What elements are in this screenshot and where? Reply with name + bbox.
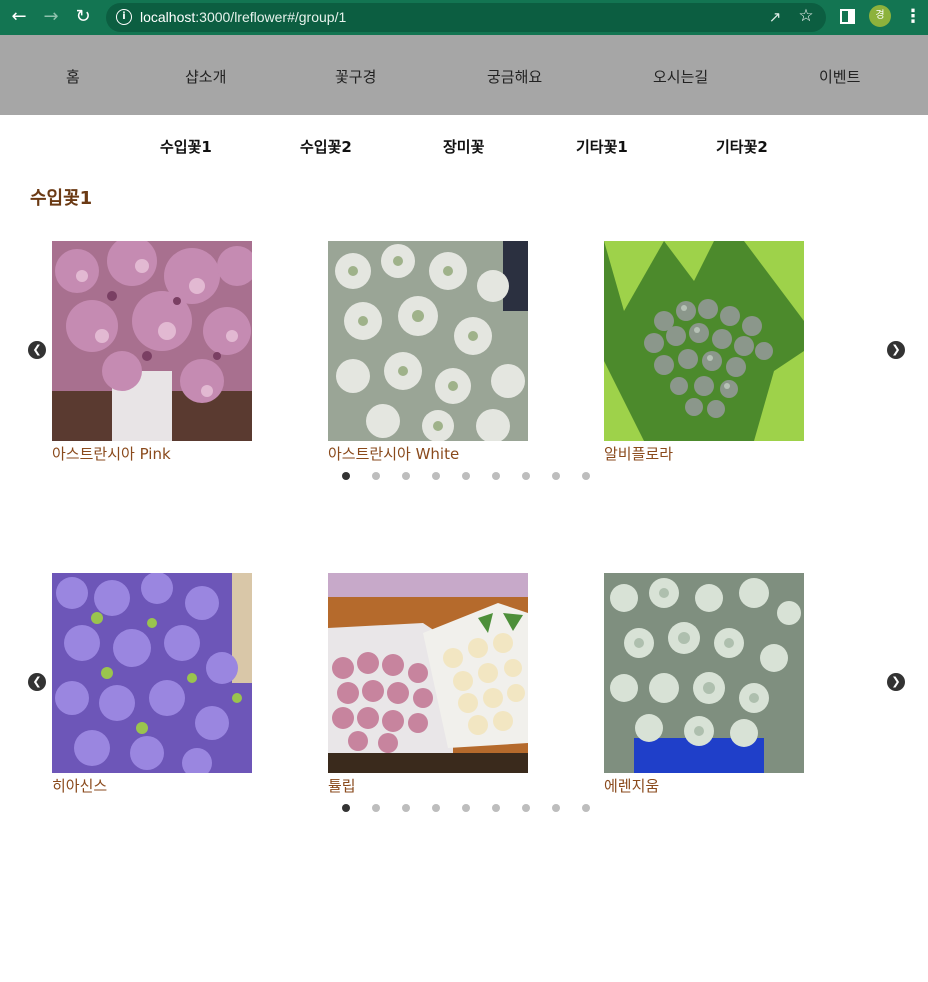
flower-name[interactable]: 히아신스 [52,775,252,796]
carousel-dot[interactable] [522,472,530,480]
address-url: localhost:3000/lreflower#/group/1 [140,9,346,25]
flower-carousel: ❮ ❯ 히아신스 튤립 에렌지움 [0,573,928,833]
flower-photo[interactable] [604,241,804,441]
subnav-other-1[interactable]: 기타꽃1 [576,136,628,157]
carousel-dot[interactable] [372,472,380,480]
menu-kebab-icon[interactable]: ⋮ [904,6,922,28]
reload-icon[interactable]: ↻ [72,6,94,28]
carousel-dot[interactable] [582,804,590,812]
flower-photo[interactable] [52,573,252,773]
carousel-dot[interactable] [402,472,410,480]
flower-name[interactable]: 아스트란시아 White [328,443,528,464]
subnav-import-1[interactable]: 수입꽃1 [160,136,212,157]
browser-toolbar: ← → ↻ i localhost:3000/lreflower#/group/… [0,0,928,35]
address-bar[interactable]: i localhost:3000/lreflower#/group/1 ↗ ☆ [106,3,826,32]
carousel-dots [0,804,928,814]
nav-directions[interactable]: 오시는길 [653,66,708,87]
carousel-dot[interactable] [402,804,410,812]
flower-card[interactable]: 아스트란시아 White [328,241,528,464]
bookmark-star-icon[interactable]: ☆ [796,6,816,26]
flower-photo[interactable] [328,573,528,773]
carousel-dot[interactable] [462,804,470,812]
site-info-icon[interactable]: i [116,9,132,25]
page-title: 수입꽃1 [30,188,93,209]
nav-flower-view[interactable]: 꽃구경 [335,66,376,87]
carousel-dots [0,472,928,482]
forward-arrow-icon[interactable]: → [40,6,62,28]
subnav-other-2[interactable]: 기타꽃2 [716,136,768,157]
carousel-dot[interactable] [462,472,470,480]
flower-name[interactable]: 알비플로라 [604,443,804,464]
flower-name[interactable]: 튤립 [328,775,528,796]
nav-faq[interactable]: 궁금해요 [487,66,542,87]
carousel-dot[interactable] [552,804,560,812]
carousel-dot[interactable] [342,472,350,480]
url-host: localhost [140,9,196,25]
carousel-dot[interactable] [432,472,440,480]
main-nav: 홈 샵소개 꽃구경 궁금해요 오시는길 이벤트 [0,35,928,115]
flower-card[interactable]: 알비플로라 [604,241,804,464]
profile-avatar[interactable]: 경 [869,5,891,27]
carousel-dot[interactable] [522,804,530,812]
flower-card[interactable]: 히아신스 [52,573,252,796]
flower-photo[interactable] [604,573,804,773]
flower-name[interactable]: 에렌지움 [604,775,804,796]
side-panel-icon[interactable] [840,9,855,24]
carousel-dot[interactable] [432,804,440,812]
flower-card[interactable]: 튤립 [328,573,528,796]
subnav-import-2[interactable]: 수입꽃2 [300,136,352,157]
carousel-dot[interactable] [372,804,380,812]
carousel-dot[interactable] [342,804,350,812]
back-arrow-icon[interactable]: ← [8,6,30,28]
url-path: :3000/lreflower#/group/1 [195,9,347,25]
carousel-next-icon[interactable]: ❯ [887,341,905,359]
nav-home[interactable]: 홈 [66,66,80,87]
flower-photo[interactable] [328,241,528,441]
nav-shop-intro[interactable]: 샵소개 [185,66,226,87]
flower-name[interactable]: 아스트란시아 Pink [52,443,252,464]
flower-carousel: ❮ ❯ 아스트란시아 Pink 아스트란시아 White 알비플로라 [0,241,928,501]
carousel-next-icon[interactable]: ❯ [887,673,905,691]
nav-event[interactable]: 이벤트 [819,66,860,87]
carousel-dot[interactable] [552,472,560,480]
flower-card[interactable]: 에렌지움 [604,573,804,796]
flower-card[interactable]: 아스트란시아 Pink [52,241,252,464]
flower-photo[interactable] [52,241,252,441]
carousel-dot[interactable] [582,472,590,480]
carousel-prev-icon[interactable]: ❮ [28,673,46,691]
carousel-dot[interactable] [492,804,500,812]
carousel-prev-icon[interactable]: ❮ [28,341,46,359]
carousel-dot[interactable] [492,472,500,480]
subnav-rose[interactable]: 장미꽃 [443,136,484,157]
share-icon[interactable]: ↗ [766,8,784,26]
